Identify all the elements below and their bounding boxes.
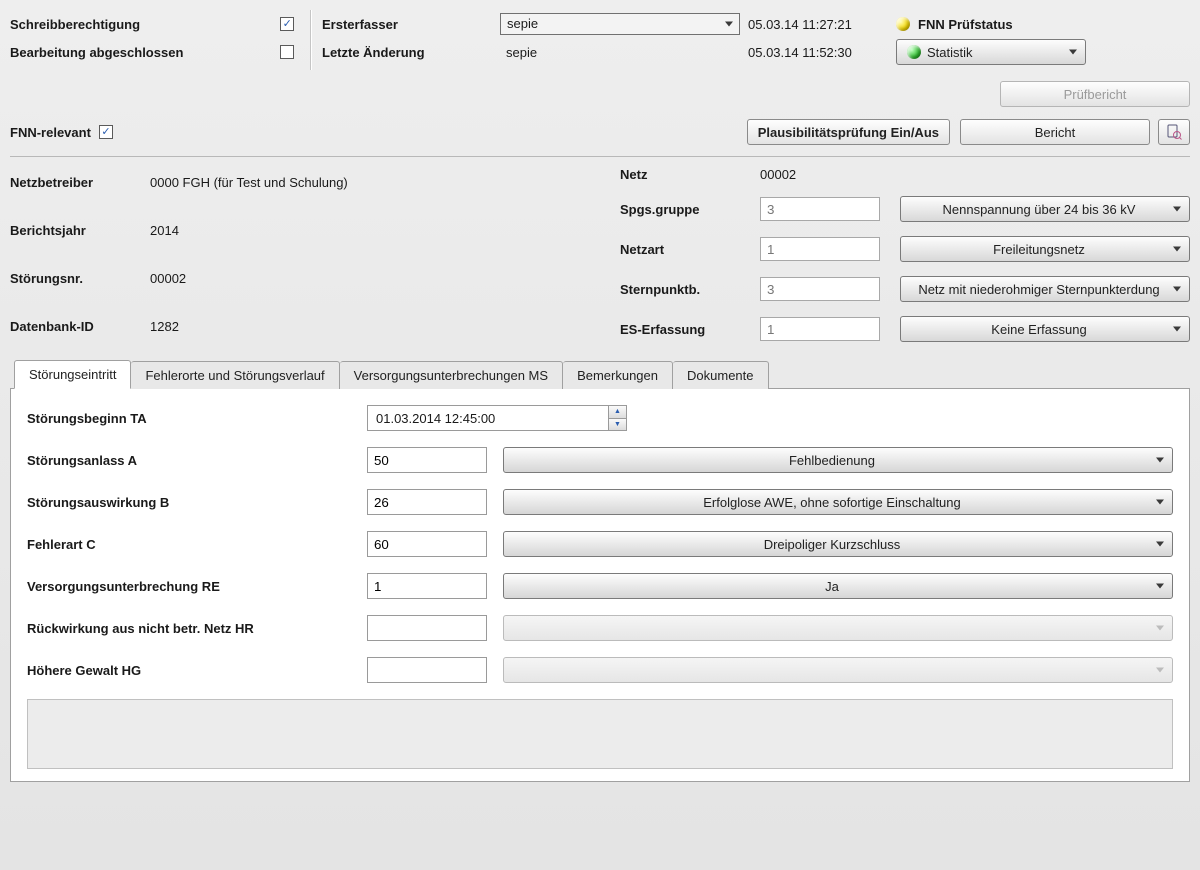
fnn-relevant-label: FNN-relevant [10,125,91,140]
fnn-relevant-checkbox[interactable] [99,125,113,139]
pruefbericht-button[interactable]: Prüfbericht [1000,81,1190,107]
last-change-timestamp: 05.03.14 11:52:30 [748,45,888,60]
sternpunkt-label: Sternpunktb. [620,282,750,297]
tab-bemerkungen[interactable]: Bemerkungen [563,361,673,389]
datenbank-id-label: Datenbank-ID [10,319,150,334]
hg-code-input[interactable] [367,657,487,683]
vu-code-input[interactable] [367,573,487,599]
fehlerart-label: Fehlerart C [27,537,367,552]
vu-label: Versorgungsunterbrechung RE [27,579,367,594]
plausibilitaet-button[interactable]: Plausibilitätsprüfung Ein/Aus [747,119,950,145]
netz-value: 00002 [760,167,890,182]
statistik-status-icon [907,45,921,59]
status-panel [27,699,1173,769]
write-permission-checkbox[interactable] [280,17,294,31]
sternpunkt-code-input[interactable] [760,277,880,301]
anlass-label: Störungsanlass A [27,453,367,468]
statistik-select[interactable]: Statistik [896,39,1086,65]
berichtsjahr-value: 2014 [150,223,620,238]
fehlerart-code-input[interactable] [367,531,487,557]
stoerungsbeginn-stepper-up[interactable]: ▲ [609,406,626,419]
sternpunkt-select[interactable]: Netz mit niederohmiger Sternpunkterdung [900,276,1190,302]
first-author-value: sepie [507,16,538,31]
vertical-separator [310,10,312,70]
vu-select[interactable]: Ja [503,573,1173,599]
spgs-code-input[interactable] [760,197,880,221]
tab-stoerungseintritt[interactable]: Störungseintritt [14,360,131,389]
rueckwirkung-code-input[interactable] [367,615,487,641]
berichtsjahr-label: Berichtsjahr [10,223,150,238]
hg-label: Höhere Gewalt HG [27,663,367,678]
report-icon-button[interactable] [1158,119,1190,145]
last-change-label: Letzte Änderung [322,45,492,60]
statistik-label: Statistik [927,45,973,60]
spgs-select[interactable]: Nennspannung über 24 bis 36 kV [900,196,1190,222]
write-permission-label: Schreibberechtigung [10,17,280,32]
netzart-code-input[interactable] [760,237,880,261]
anlass-select[interactable]: Fehlbedienung [503,447,1173,473]
last-change-value: sepie [500,45,740,60]
stoerungsbeginn-stepper-down[interactable]: ▼ [609,419,626,431]
netz-label: Netz [620,167,750,182]
netzart-label: Netzart [620,242,750,257]
divider [10,156,1190,157]
document-icon [1166,124,1182,140]
stoerungsnr-label: Störungsnr. [10,271,150,286]
netzart-select[interactable]: Freileitungsnetz [900,236,1190,262]
editing-done-label: Bearbeitung abgeschlossen [10,45,280,60]
tab-versorgungsunterbrechungen[interactable]: Versorgungsunterbrechungen MS [340,361,563,389]
rueckwirkung-select[interactable] [503,615,1173,641]
anlass-code-input[interactable] [367,447,487,473]
auswirkung-code-input[interactable] [367,489,487,515]
fnn-status-icon [896,17,910,31]
rueckwirkung-label: Rückwirkung aus nicht betr. Netz HR [27,621,367,636]
bericht-button[interactable]: Bericht [960,119,1150,145]
hg-select[interactable] [503,657,1173,683]
tab-fehlerorte[interactable]: Fehlerorte und Störungsverlauf [131,361,339,389]
fnn-status-label: FNN Prüfstatus [918,17,1013,32]
datenbank-id-value: 1282 [150,319,620,334]
stoerungsbeginn-input[interactable]: 01.03.2014 12:45:00 [367,405,609,431]
first-author-select[interactable]: sepie [500,13,740,35]
netzbetreiber-label: Netzbetreiber [10,175,150,190]
tab-dokumente[interactable]: Dokumente [673,361,768,389]
first-author-label: Ersterfasser [322,17,492,32]
netzbetreiber-value: 0000 FGH (für Test und Schulung) [150,175,620,190]
es-label: ES-Erfassung [620,322,750,337]
auswirkung-select[interactable]: Erfolglose AWE, ohne sofortige Einschalt… [503,489,1173,515]
spgs-label: Spgs.gruppe [620,202,750,217]
editing-done-checkbox[interactable] [280,45,294,59]
auswirkung-label: Störungsauswirkung B [27,495,367,510]
fehlerart-select[interactable]: Dreipoliger Kurzschluss [503,531,1173,557]
es-code-input[interactable] [760,317,880,341]
first-author-timestamp: 05.03.14 11:27:21 [748,17,888,32]
stoerungsbeginn-label: Störungsbeginn TA [27,411,367,426]
es-select[interactable]: Keine Erfassung [900,316,1190,342]
stoerungsnr-value: 00002 [150,271,620,286]
